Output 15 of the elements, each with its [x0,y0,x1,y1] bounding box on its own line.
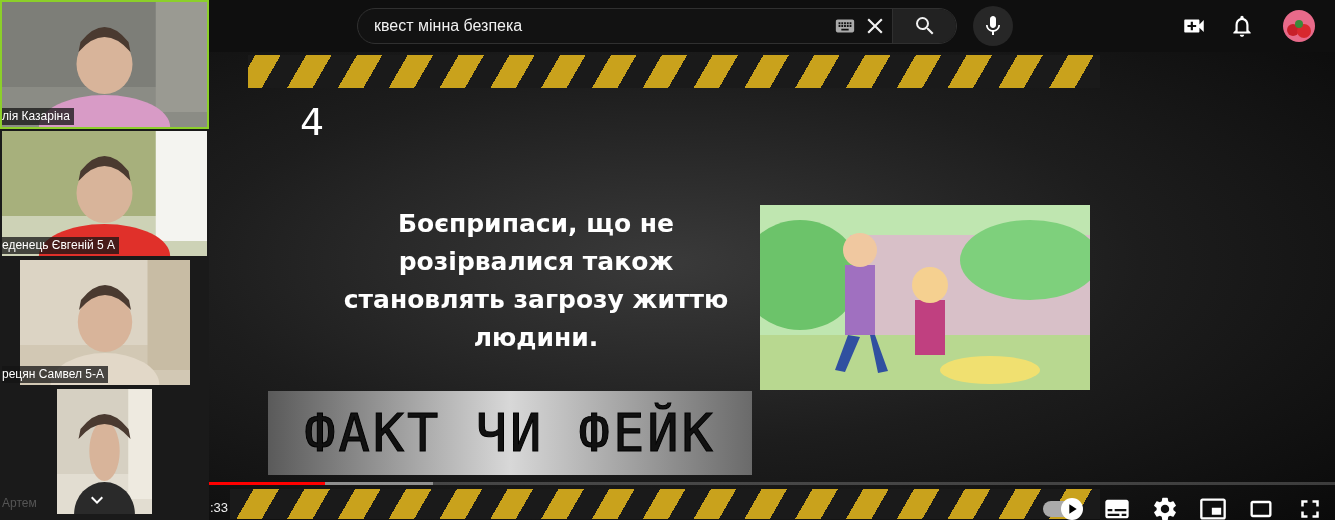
search-input[interactable]: квест мінна безпека [358,16,834,36]
participant-name: лія Казаріна [2,108,74,125]
slide-banner: ФАКТ ЧИ ФЕЙК [268,391,752,475]
settings-icon[interactable] [1151,495,1179,520]
participant-name: рецян Самвел 5-А [2,366,108,383]
progress-bar[interactable] [208,482,1335,485]
time-display: :33 [210,500,229,515]
avatar-icon[interactable] [1283,10,1315,42]
microphone-button[interactable] [973,6,1013,46]
slide-statement: Боєприпаси, що не розірвалися також становлять загрозу життю людини. [342,208,730,354]
search-field[interactable]: квест мінна безпека [357,8,957,44]
slide-number: 4 [300,100,326,144]
participant-name: Артем [2,495,38,512]
search-button[interactable] [892,9,956,43]
participant-name: еденець Євгеній 5 А [2,237,119,254]
